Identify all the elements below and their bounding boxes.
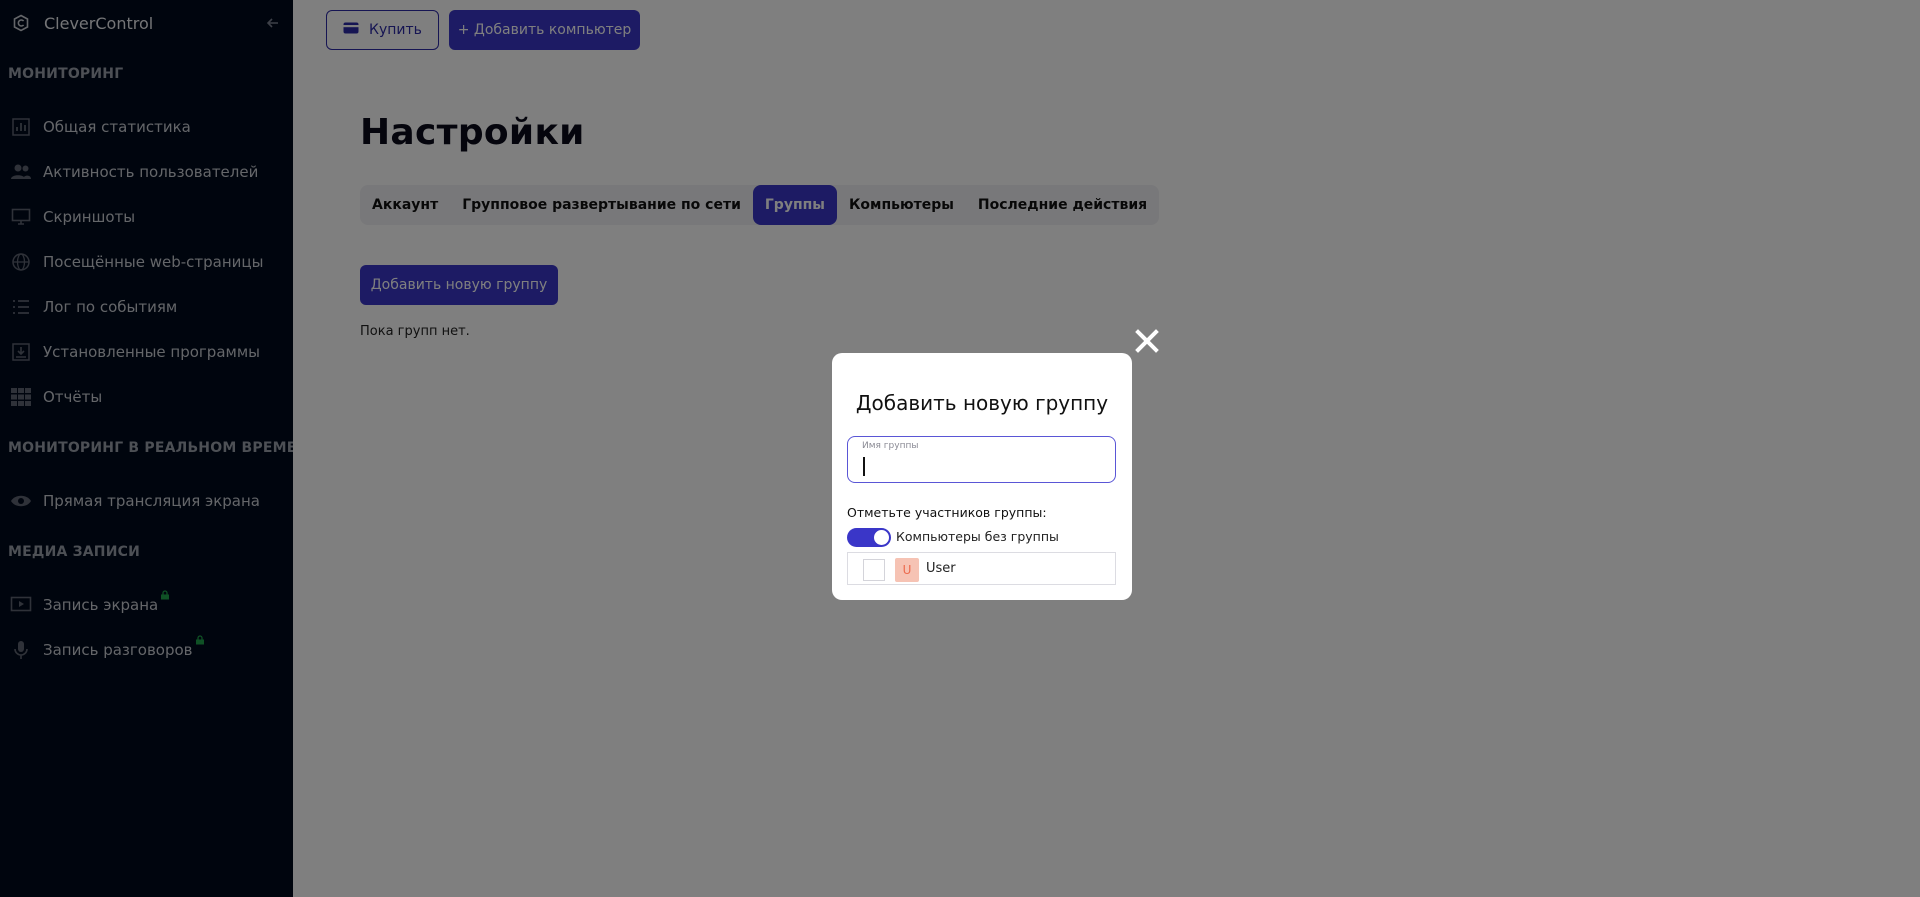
group-name-input[interactable] bbox=[861, 453, 1101, 477]
group-name-field[interactable]: Имя группы bbox=[847, 436, 1116, 483]
modal-title: Добавить новую группу bbox=[855, 391, 1109, 415]
member-name: User bbox=[926, 561, 956, 576]
member-row[interactable]: U User bbox=[847, 552, 1116, 585]
ungrouped-computers-toggle[interactable] bbox=[847, 528, 891, 547]
members-label: Отметьте участников группы: bbox=[847, 505, 1047, 520]
toggle-knob bbox=[874, 530, 889, 545]
avatar: U bbox=[895, 558, 919, 582]
member-checkbox[interactable] bbox=[863, 559, 885, 581]
close-icon[interactable] bbox=[1133, 327, 1161, 355]
add-group-modal: Добавить новую группу Имя группы Отметьт… bbox=[832, 353, 1132, 600]
group-name-label: Имя группы bbox=[862, 441, 919, 451]
text-caret bbox=[863, 457, 865, 476]
toggle-label: Компьютеры без группы bbox=[896, 529, 1059, 544]
